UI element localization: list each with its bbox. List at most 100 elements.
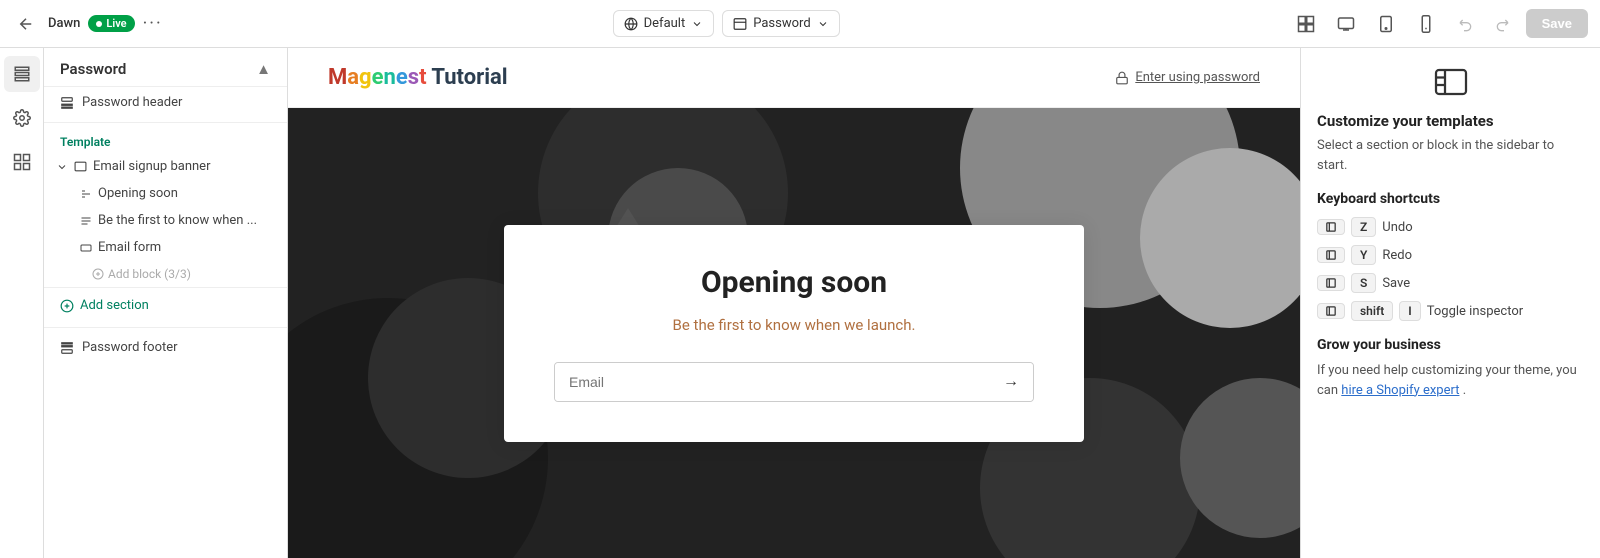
tablet-icon-btn[interactable] [1370,8,1402,40]
sidebar-item-password-header[interactable]: Password header [44,87,287,118]
y-key: Y [1351,245,1376,265]
password-link-text: Enter using password [1135,70,1260,85]
sidebar-item-be-first[interactable]: Be the first to know when ... [44,207,287,234]
grow-desc-end: . [1463,383,1466,398]
default-label: Default [644,16,686,31]
rp-desc: Select a section or block in the sidebar… [1317,136,1584,175]
preview-page: Magenest Tutorial Enter using password [288,48,1300,558]
settings-icon-btn[interactable] [4,100,40,136]
shortcut-redo: Y Redo [1317,245,1584,265]
plus-circle-icon [92,268,104,280]
shape-7 [1140,148,1300,328]
main-layout: Password ▲ Password header Template Emai… [0,48,1600,558]
undo-button[interactable] [1450,8,1482,40]
lock-icon [1115,71,1129,85]
undo-redo-group [1450,8,1518,40]
email-input-row: → [554,362,1034,402]
shape-9 [1180,378,1300,538]
topbar-left: Dawn Live ··· [12,10,163,38]
desktop-icon-btn[interactable] [1330,8,1362,40]
customize-icon-btn[interactable] [1290,8,1322,40]
s-key: S [1351,273,1376,293]
topbar-center: Default Password [613,10,840,37]
password-dropdown[interactable]: Password [722,10,839,37]
shortcut-undo: Z Undo [1317,217,1584,237]
modifier-key [1317,247,1345,263]
mobile-icon-btn[interactable] [1410,8,1442,40]
chevron-down-icon [56,161,68,173]
live-dot [96,21,102,27]
add-section-button[interactable]: Add section [44,287,287,323]
canvas: Magenest Tutorial Enter using password [288,48,1300,558]
i-key: I [1399,301,1420,321]
more-options-button[interactable]: ··· [143,13,163,34]
sidebar-item-email-signup-banner[interactable]: Email signup banner [44,153,287,180]
icon-sidebar [0,48,44,558]
form-icon [80,242,92,254]
template-label: Template [44,127,287,153]
add-section-label: Add section [80,298,149,313]
redo-button[interactable] [1486,8,1518,40]
opening-soon-label: Opening soon [98,186,178,201]
customize-icon [1433,64,1469,100]
save-label: Save [1382,276,1410,291]
undo-label: Undo [1382,220,1412,235]
sidebar-item-email-form[interactable]: Email form [44,234,287,261]
password-label: Password [753,16,810,31]
rp-title: Customize your templates [1317,112,1584,130]
preview-header: Magenest Tutorial Enter using password [288,48,1300,108]
modifier-key [1317,303,1345,319]
shortcut-toggle-inspector: shift I Toggle inspector [1317,301,1584,321]
modifier-key [1317,219,1345,235]
plus-circle-icon [60,299,74,313]
add-block-label: Add block (3/3) [108,267,191,281]
banner-icon [74,160,87,173]
shift-key: shift [1351,301,1393,321]
preview-logo: Magenest Tutorial [328,65,508,90]
save-button[interactable]: Save [1526,9,1588,38]
email-signup-card: Opening soon Be the first to know when w… [504,225,1084,442]
sections-icon-btn[interactable] [4,56,40,92]
theme-name: Dawn [48,16,80,31]
email-input[interactable] [555,363,989,401]
heading-icon [80,188,92,200]
rp-keyboard-title: Keyboard shortcuts [1317,191,1584,207]
default-dropdown[interactable]: Default [613,10,715,37]
text-icon [80,215,92,227]
email-submit-button[interactable]: → [989,363,1033,401]
footer-icon [60,341,74,355]
chevron-down-icon [817,18,829,30]
sidebar-item-opening-soon[interactable]: Opening soon [44,180,287,207]
be-first-label: Be the first to know when ... [98,213,257,228]
apps-icon-btn[interactable] [4,144,40,180]
modifier-key [1317,275,1345,291]
topbar: Dawn Live ··· Default Password [0,0,1600,48]
live-badge: Live [88,15,134,32]
preview-background: Opening soon Be the first to know when w… [288,108,1300,558]
rp-grow-title: Grow your business [1317,337,1584,353]
hire-expert-link[interactable]: hire a Shopify expert [1341,383,1459,398]
rp-icon [1317,64,1584,100]
sidebar-item-password-footer[interactable]: Password footer [44,332,287,363]
toggle-inspector-label: Toggle inspector [1427,304,1523,319]
shortcut-save: S Save [1317,273,1584,293]
header-icon [60,96,74,110]
panel-title: Password [60,60,126,78]
enter-password-link[interactable]: Enter using password [1115,70,1260,85]
redo-label: Redo [1382,248,1412,263]
scroll-up-button[interactable]: ▲ [256,60,271,78]
rp-grow-desc: If you need help customizing your theme,… [1317,361,1584,400]
add-block-button[interactable]: Add block (3/3) [44,261,287,287]
email-form-label: Email form [98,240,161,255]
card-title: Opening soon [554,265,1034,300]
live-label: Live [106,17,126,30]
back-button[interactable] [12,10,40,38]
topbar-right: Save [1290,8,1588,40]
card-subtitle: Be the first to know when we launch. [554,316,1034,334]
right-panel: Customize your templates Select a sectio… [1300,48,1600,558]
z-key: Z [1351,217,1376,237]
email-signup-banner-label: Email signup banner [93,159,210,174]
layout-icon [733,17,747,31]
chevron-down-icon [691,18,703,30]
password-footer-label: Password footer [82,340,178,355]
